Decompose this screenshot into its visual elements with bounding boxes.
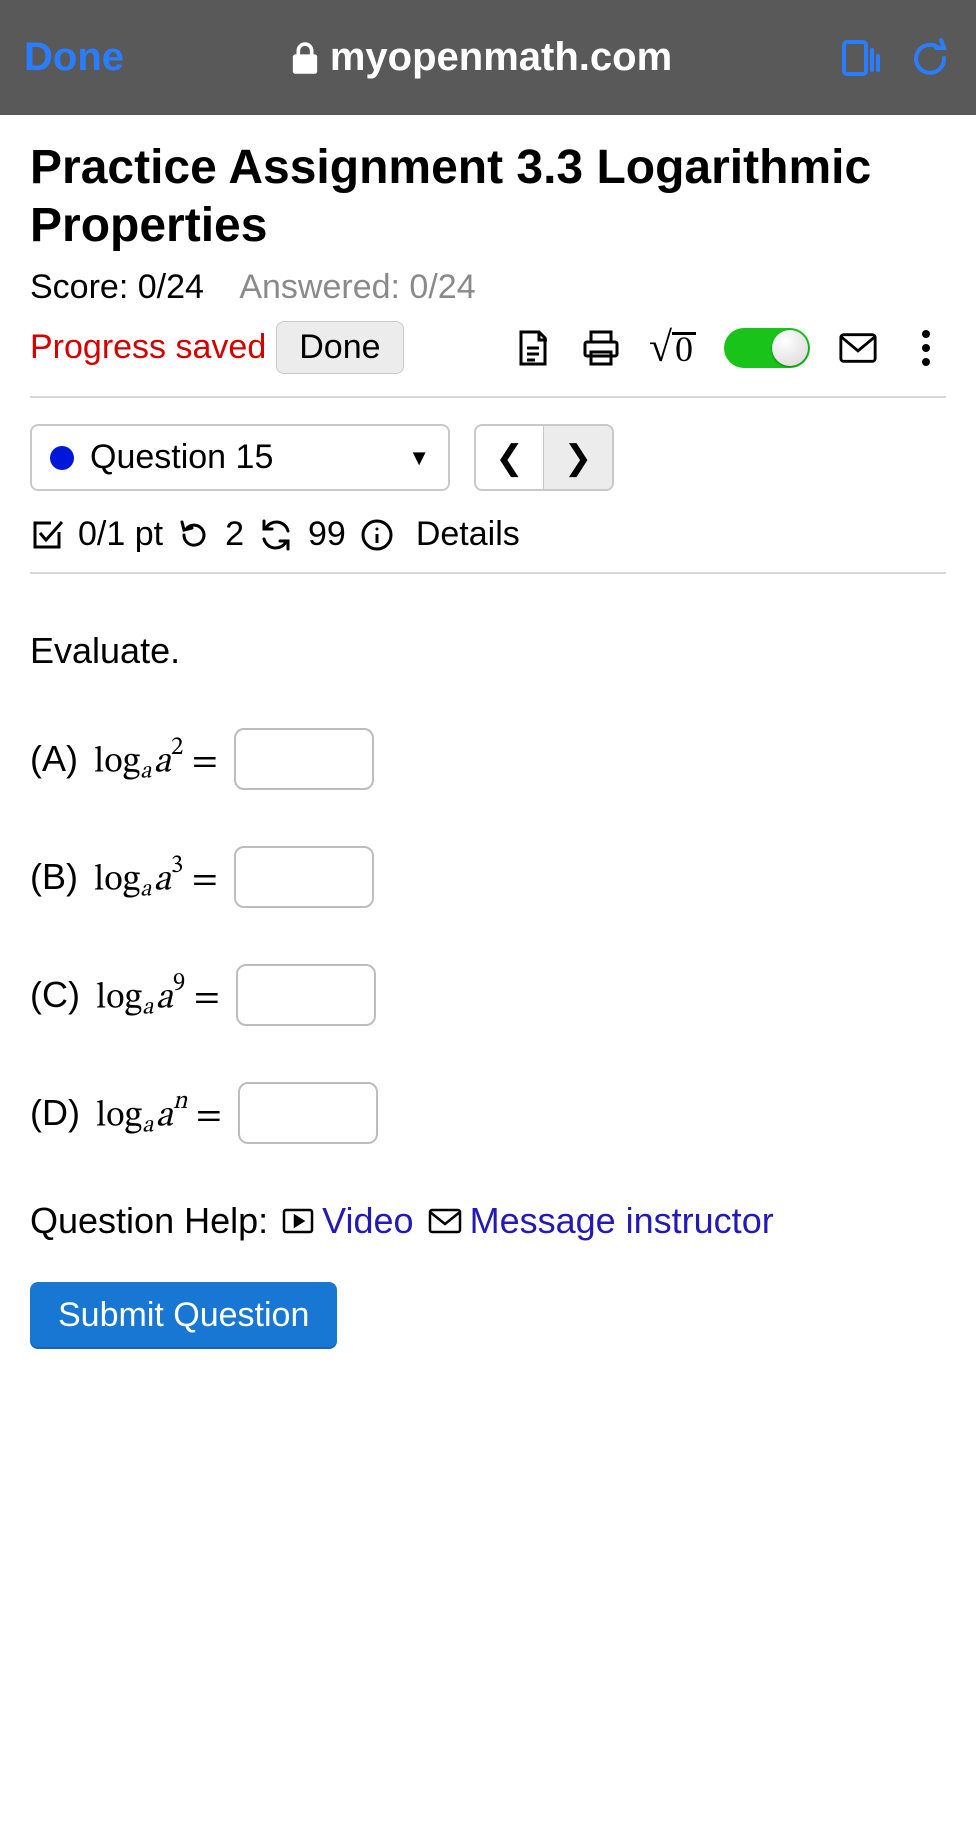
video-help-text: Video	[322, 1200, 413, 1242]
message-instructor-link[interactable]: Message instructor	[428, 1200, 774, 1242]
browser-url: myopenmath.com	[144, 35, 818, 80]
divider	[30, 396, 946, 398]
tries-remaining-icon	[177, 518, 211, 552]
more-icon[interactable]	[906, 328, 946, 368]
video-icon	[282, 1208, 314, 1234]
math-expression: loga a2 =	[94, 732, 218, 786]
question-meta-row: 0/1 pt 2 99 Details	[30, 515, 946, 554]
envelope-icon	[428, 1208, 462, 1234]
question-help-row: Question Help: Video Message instructor	[30, 1200, 946, 1242]
question-part: (A) loga a2 =	[30, 728, 946, 790]
divider	[30, 572, 946, 574]
print-icon[interactable]	[581, 328, 621, 368]
question-help-label: Question Help:	[30, 1200, 268, 1242]
part-letter: (D)	[30, 1092, 80, 1134]
tries-text: 2	[225, 515, 244, 554]
browser-chrome-bar: Done myopenmath.com	[0, 0, 976, 115]
next-question-button[interactable]: ❯	[544, 426, 612, 489]
checkbox-icon	[30, 518, 64, 552]
browser-url-text: myopenmath.com	[330, 35, 672, 80]
part-letter: (B)	[30, 856, 78, 898]
attempts-icon	[258, 517, 294, 553]
info-icon[interactable]	[360, 518, 394, 552]
question-prompt: Evaluate.	[30, 630, 946, 672]
math-expression: loga a3 =	[94, 850, 218, 904]
chevron-down-icon: ▼	[408, 445, 430, 471]
video-help-link[interactable]: Video	[282, 1200, 413, 1242]
answer-input-1[interactable]	[234, 846, 374, 908]
prev-question-button[interactable]: ❮	[476, 426, 544, 489]
math-expression: loga a9 =	[96, 968, 220, 1022]
refresh-icon[interactable]	[908, 36, 952, 80]
answered-text: Answered: 0/24	[239, 268, 475, 306]
lock-icon	[290, 41, 320, 75]
part-letter: (A)	[30, 738, 78, 780]
browser-done-button[interactable]: Done	[24, 35, 124, 80]
score-row: Score: 0/24 Answered: 0/24	[30, 268, 946, 307]
progress-saved-text: Progress saved	[30, 328, 266, 367]
page-title: Practice Assignment 3.3 Logarithmic Prop…	[30, 139, 946, 254]
question-status-dot	[50, 446, 74, 470]
message-icon[interactable]	[838, 328, 878, 368]
math-palette-label: √0	[649, 324, 696, 372]
points-text: 0/1 pt	[78, 515, 163, 554]
reader-mode-icon[interactable]	[838, 36, 882, 80]
answer-input-3[interactable]	[238, 1082, 378, 1144]
answer-input-2[interactable]	[236, 964, 376, 1026]
question-part: (D) loga an =	[30, 1082, 946, 1144]
question-selector[interactable]: Question 15 ▼	[30, 424, 450, 491]
message-instructor-text: Message instructor	[470, 1200, 774, 1242]
question-nav-buttons: ❮ ❯	[474, 424, 614, 491]
question-part: (B) loga a3 =	[30, 846, 946, 908]
question-part: (C) loga a9 =	[30, 964, 946, 1026]
part-letter: (C)	[30, 974, 80, 1016]
question-selector-label: Question 15	[90, 438, 273, 477]
math-expression: loga an =	[96, 1086, 222, 1140]
attempts-text: 99	[308, 515, 346, 554]
submit-question-button[interactable]: Submit Question	[30, 1282, 337, 1349]
answer-input-0[interactable]	[234, 728, 374, 790]
notes-icon[interactable]	[513, 328, 553, 368]
details-link[interactable]: Details	[416, 515, 520, 554]
score-text: Score: 0/24	[30, 268, 204, 306]
done-button[interactable]: Done	[276, 321, 403, 374]
progress-row: Progress saved Done √0	[30, 321, 946, 374]
math-palette-toggle[interactable]	[724, 328, 810, 368]
